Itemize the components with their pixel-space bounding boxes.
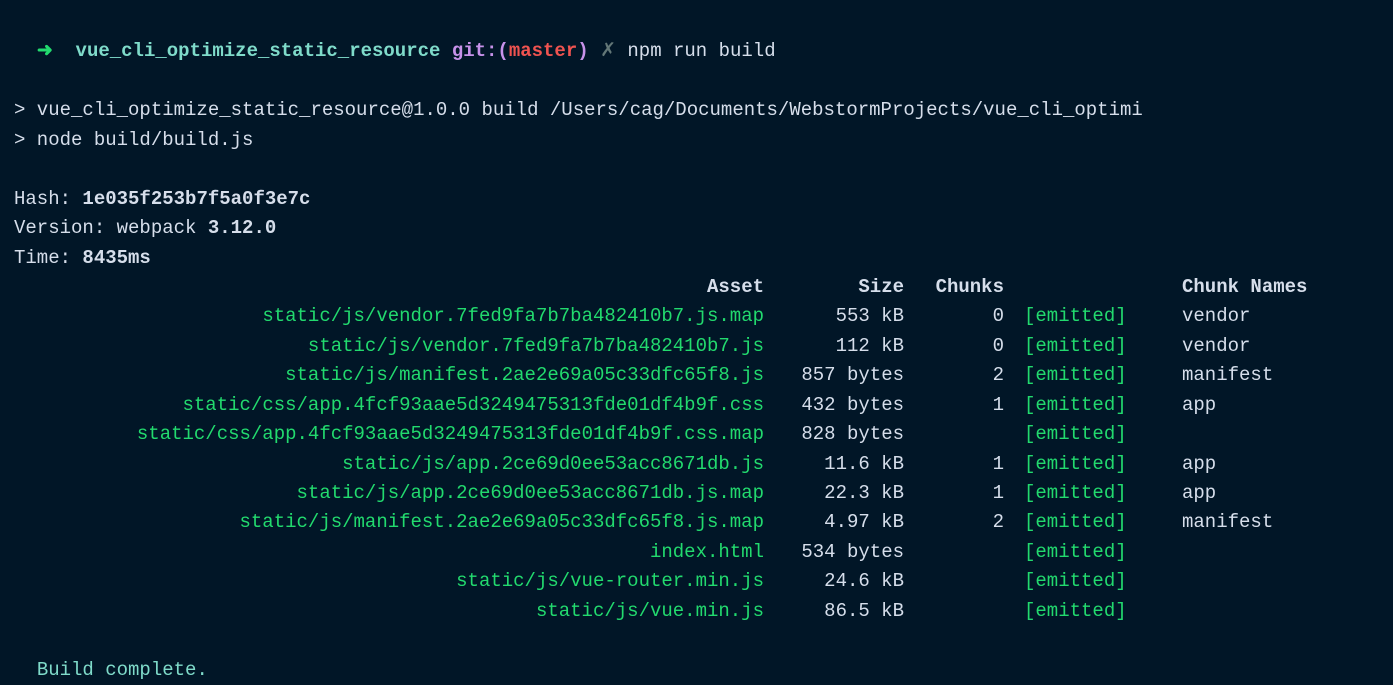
table-row: static/js/vendor.7fed9fa7b7ba482410b7.js… — [14, 302, 1307, 331]
asset-chunk-name: manifest — [1154, 361, 1307, 390]
header-names: Chunk Names — [1154, 273, 1307, 302]
header-size: Size — [784, 273, 924, 302]
table-row: static/js/manifest.2ae2e69a05c33dfc65f8.… — [14, 508, 1307, 537]
table-row: static/js/vue-router.min.js24.6 kB [emitt… — [14, 567, 1307, 596]
command-text[interactable]: npm run build — [627, 40, 775, 62]
prompt-dir: vue_cli_optimize_static_resource — [76, 40, 441, 62]
asset-emitted: [emitted] — [1024, 508, 1154, 537]
table-row: static/css/app.4fcf93aae5d3249475313fde0… — [14, 391, 1307, 420]
asset-chunk-name — [1154, 597, 1307, 626]
asset-chunks — [924, 567, 1024, 596]
table-row: static/js/app.2ce69d0ee53acc8671db.js.ma… — [14, 479, 1307, 508]
asset-chunks: 2 — [924, 361, 1024, 390]
asset-name: static/js/vendor.7fed9fa7b7ba482410b7.js… — [14, 302, 784, 331]
asset-table: Asset Size Chunks Chunk Names static/js/… — [14, 273, 1307, 626]
asset-size: 22.3 kB — [784, 479, 924, 508]
asset-size: 828 bytes — [784, 420, 924, 449]
asset-size: 24.6 kB — [784, 567, 924, 596]
asset-emitted: [emitted] — [1024, 361, 1154, 390]
asset-emitted: [emitted] — [1024, 420, 1154, 449]
asset-chunks: 0 — [924, 302, 1024, 331]
asset-name: static/js/vendor.7fed9fa7b7ba482410b7.js — [14, 332, 784, 361]
table-row: static/js/manifest.2ae2e69a05c33dfc65f8.… — [14, 361, 1307, 390]
asset-chunk-name: app — [1154, 479, 1307, 508]
asset-chunks — [924, 420, 1024, 449]
asset-emitted: [emitted] — [1024, 567, 1154, 596]
asset-emitted: [emitted] — [1024, 302, 1154, 331]
table-row: static/js/vue.min.js86.5 kB [emitted] — [14, 597, 1307, 626]
build-complete: Build complete. — [14, 656, 1379, 685]
asset-chunks: 0 — [924, 332, 1024, 361]
asset-emitted: [emitted] — [1024, 597, 1154, 626]
header-asset: Asset — [14, 273, 784, 302]
asset-chunks: 1 — [924, 391, 1024, 420]
asset-size: 857 bytes — [784, 361, 924, 390]
asset-chunk-name: manifest — [1154, 508, 1307, 537]
shell-prompt: ➜ vue_cli_optimize_static_resource git:(… — [14, 8, 1379, 67]
asset-emitted: [emitted] — [1024, 538, 1154, 567]
asset-emitted: [emitted] — [1024, 332, 1154, 361]
prompt-arrow-icon: ➜ — [37, 40, 53, 62]
asset-chunk-name — [1154, 420, 1307, 449]
asset-name: static/js/vue.min.js — [14, 597, 784, 626]
asset-chunks: 1 — [924, 479, 1024, 508]
asset-chunk-name: app — [1154, 391, 1307, 420]
asset-chunks: 1 — [924, 450, 1024, 479]
git-close: ) — [577, 40, 588, 62]
table-row: static/css/app.4fcf93aae5d3249475313fde0… — [14, 420, 1307, 449]
git-label: git:( — [452, 40, 509, 62]
npm-line-2: > node build/build.js — [14, 126, 1379, 155]
asset-emitted: [emitted] — [1024, 391, 1154, 420]
asset-chunk-name: vendor — [1154, 332, 1307, 361]
asset-name: static/css/app.4fcf93aae5d3249475313fde0… — [14, 420, 784, 449]
asset-chunk-name: app — [1154, 450, 1307, 479]
header-chunks: Chunks — [924, 273, 1024, 302]
git-branch: master — [509, 40, 577, 62]
asset-name: index.html — [14, 538, 784, 567]
asset-name: static/js/manifest.2ae2e69a05c33dfc65f8.… — [14, 361, 784, 390]
npm-line-1: > vue_cli_optimize_static_resource@1.0.0… — [14, 96, 1379, 125]
asset-table-header: Asset Size Chunks Chunk Names — [14, 273, 1307, 302]
asset-chunks — [924, 538, 1024, 567]
table-row: static/js/vendor.7fed9fa7b7ba482410b7.js… — [14, 332, 1307, 361]
asset-size: 11.6 kB — [784, 450, 924, 479]
asset-name: static/js/app.2ce69d0ee53acc8671db.js.ma… — [14, 479, 784, 508]
asset-size: 4.97 kB — [784, 508, 924, 537]
asset-chunk-name — [1154, 538, 1307, 567]
asset-name: static/js/manifest.2ae2e69a05c33dfc65f8.… — [14, 508, 784, 537]
asset-emitted: [emitted] — [1024, 479, 1154, 508]
asset-size: 432 bytes — [784, 391, 924, 420]
asset-chunk-name — [1154, 567, 1307, 596]
webpack-hash: Hash: 1e035f253b7f5a0f3e7c — [14, 185, 1379, 214]
webpack-time: Time: 8435ms — [14, 244, 1379, 273]
table-row: static/js/app.2ce69d0ee53acc8671db.js11.… — [14, 450, 1307, 479]
asset-size: 534 bytes — [784, 538, 924, 567]
dirty-icon: ✗ — [600, 40, 616, 62]
asset-name: static/js/vue-router.min.js — [14, 567, 784, 596]
webpack-version: Version: webpack 3.12.0 — [14, 214, 1379, 243]
asset-size: 86.5 kB — [784, 597, 924, 626]
asset-size: 112 kB — [784, 332, 924, 361]
table-row: index.html534 bytes [emitted] — [14, 538, 1307, 567]
asset-emitted: [emitted] — [1024, 450, 1154, 479]
asset-chunks: 2 — [924, 508, 1024, 537]
asset-name: static/css/app.4fcf93aae5d3249475313fde0… — [14, 391, 784, 420]
asset-name: static/js/app.2ce69d0ee53acc8671db.js — [14, 450, 784, 479]
asset-size: 553 kB — [784, 302, 924, 331]
asset-chunk-name: vendor — [1154, 302, 1307, 331]
asset-chunks — [924, 597, 1024, 626]
